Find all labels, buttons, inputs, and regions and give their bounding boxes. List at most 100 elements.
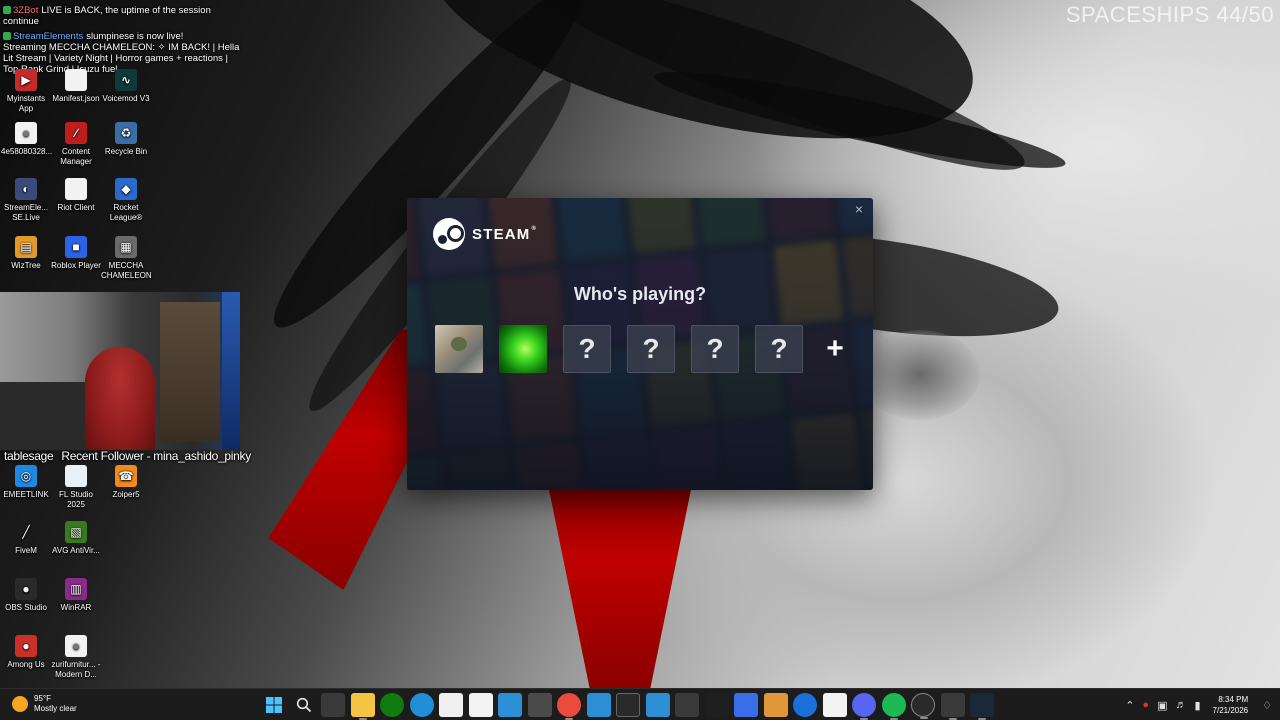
weather-sun-icon [12, 696, 28, 712]
content-manager-icon: ∕ [65, 122, 87, 144]
store-icon[interactable] [527, 693, 552, 717]
start-button[interactable] [262, 693, 286, 717]
steam-wordmark: STEAM [472, 225, 531, 243]
desktop-shortcut-label: Rocket League® [109, 203, 143, 222]
file-explorer-icon[interactable] [350, 693, 375, 720]
webcam-streamer [85, 347, 155, 450]
app-window-icon[interactable] [586, 693, 611, 717]
voicemod-icon: ∿ [115, 69, 137, 91]
desktop-shortcut[interactable]: ● zurifurnitur... - Modern D... [51, 635, 101, 680]
desktop-shortcut[interactable]: ╱ FiveM [1, 521, 51, 556]
desktop-shortcut-label: zurifurnitur... - Modern D... [51, 660, 101, 679]
among-us-icon: ● [15, 635, 37, 657]
desktop-shortcut[interactable]: ■ Roblox Player [51, 236, 101, 271]
desktop-shortcut[interactable]: FL Studio 2025 [51, 465, 101, 510]
search-button[interactable] [292, 693, 316, 717]
desktop-shortcut[interactable]: ▦ MECCHA CHAMELEON [101, 236, 152, 281]
edge-icon[interactable] [409, 693, 434, 717]
desktop-shortcut-label: WinRAR [60, 603, 92, 612]
desktop-shortcut[interactable]: ● 4e58080328... [1, 122, 52, 157]
roblox-icon: ■ [65, 236, 87, 258]
desktop-shortcut[interactable]: ● OBS Studio [1, 578, 51, 613]
xbox-icon[interactable] [380, 693, 404, 717]
task-view-icon[interactable] [321, 693, 345, 717]
desktop-shortcut-label: Manifest.json [52, 94, 100, 103]
desktop-shortcut-label: FL Studio 2025 [59, 490, 93, 509]
steam-logo-icon [433, 218, 465, 250]
emeetlink-icon: ◎ [15, 465, 37, 487]
recycle-bin-icon: ♻ [115, 122, 137, 144]
account-slot-unknown[interactable]: ? [563, 325, 611, 373]
account-slot-unknown[interactable]: ? [755, 325, 803, 373]
clock-time: 8:34 PM [1218, 695, 1249, 704]
account-avatar-2[interactable] [499, 325, 547, 373]
generic-app-icon[interactable] [675, 693, 699, 717]
desktop-shortcut-label: Riot Client [57, 203, 95, 212]
desktop-shortcut[interactable]: ▤ WizTree [1, 236, 51, 271]
epic-games-icon[interactable] [616, 693, 640, 717]
desktop-shortcut[interactable]: ∿ Voicemod V3 [101, 69, 151, 104]
taskbar-apps [262, 693, 994, 720]
photos-icon[interactable] [498, 693, 522, 717]
account-slot-unknown[interactable]: ? [691, 325, 739, 373]
wiztree-icon: ▤ [15, 236, 37, 258]
roblox-taskbar-icon[interactable] [734, 693, 758, 717]
obs-taskbar-icon[interactable] [911, 693, 935, 719]
desktop-shortcut[interactable]: ▶ Myinstants App [1, 69, 51, 114]
steam-taskbar-icon[interactable] [970, 693, 994, 720]
close-icon[interactable]: × [851, 201, 867, 217]
notification-bell-icon[interactable]: ♢ [1262, 699, 1272, 712]
steam-trademark: ® [531, 225, 538, 232]
obs-icon: ● [15, 578, 37, 600]
desktop-shortcut[interactable]: ◐ StreamEle... SE.Live [1, 178, 51, 223]
chat-message: 3ZBot LIVE is BACK, the uptime of the ses… [3, 5, 243, 27]
desktop-shortcut-label: FiveM [15, 546, 37, 555]
desktop-shortcut[interactable]: ◎ EMEETLINK [1, 465, 51, 500]
desktop-shortcut-label: Myinstants App [6, 94, 46, 113]
zoiper-taskbar-icon[interactable] [763, 693, 788, 717]
desktop-shortcut-label: Recycle Bin [104, 147, 148, 156]
app-window-icon-2[interactable] [645, 693, 670, 717]
chevron-up-icon[interactable]: ⌃ [1125, 699, 1134, 712]
add-account-button[interactable]: + [819, 325, 851, 373]
streamer-name: tablesage [4, 449, 54, 463]
battery-icon[interactable]: ▮ [1194, 699, 1200, 712]
account-slot-unknown[interactable]: ? [627, 325, 675, 373]
desktop-shortcut[interactable]: ♻ Recycle Bin [101, 122, 151, 157]
spacedesk-icon[interactable] [704, 693, 729, 717]
riot-client-icon [65, 178, 87, 200]
network-icon[interactable]: ▣ [1157, 699, 1167, 712]
desktop-shortcut[interactable]: ▧ AVG AntiVir... [51, 521, 101, 556]
chrome-icon[interactable] [557, 693, 581, 720]
desktop-shortcut[interactable]: ◆ Rocket League® [101, 178, 151, 223]
desktop-shortcut[interactable]: ▥ WinRAR [51, 578, 101, 613]
desktop-shortcut[interactable]: Manifest.json [51, 69, 101, 104]
desktop-shortcut[interactable]: ∕ Content Manager [51, 122, 101, 167]
meccha-chameleon-taskbar-icon[interactable] [940, 693, 965, 720]
rocket-league-icon: ◆ [115, 178, 137, 200]
volume-icon[interactable]: ♬ [1175, 699, 1186, 711]
winrar-icon: ▥ [65, 578, 87, 600]
system-tray: ⌃ ● ▣ ♬ ▮ 8:34 PM 7/21/2026 ♢ [1125, 689, 1272, 720]
notepad-icon[interactable] [468, 693, 493, 717]
zoiper-icon: ☎ [115, 465, 137, 487]
desktop-shortcut[interactable]: Riot Client [51, 178, 101, 213]
discord-icon[interactable] [852, 693, 876, 720]
desktop-shortcut[interactable]: ☎ Zoiper5 [101, 465, 151, 500]
weather-temperature: 95°F [34, 694, 51, 703]
weather-widget[interactable]: 95°F Mostly clear [12, 694, 77, 714]
tray-app-icon[interactable]: ● [1142, 699, 1149, 711]
account-avatar-1[interactable] [435, 325, 483, 373]
desktop-shortcut[interactable]: ● Among Us [1, 635, 51, 670]
clock-date: 7/21/2026 [1212, 706, 1249, 715]
chat-badge-icon [3, 6, 11, 15]
chat-username: StreamElements [13, 31, 84, 42]
document-icon[interactable] [822, 693, 847, 717]
clock[interactable]: 8:34 PM 7/21/2026 [1213, 694, 1249, 716]
zoom-icon[interactable] [793, 693, 817, 717]
chrome-icon: ● [15, 122, 37, 144]
desktop-shortcut-label: Zoiper5 [112, 490, 140, 499]
spotify-icon[interactable] [881, 693, 906, 720]
webcam-monitor [222, 292, 240, 450]
capcut-icon[interactable] [439, 693, 463, 717]
